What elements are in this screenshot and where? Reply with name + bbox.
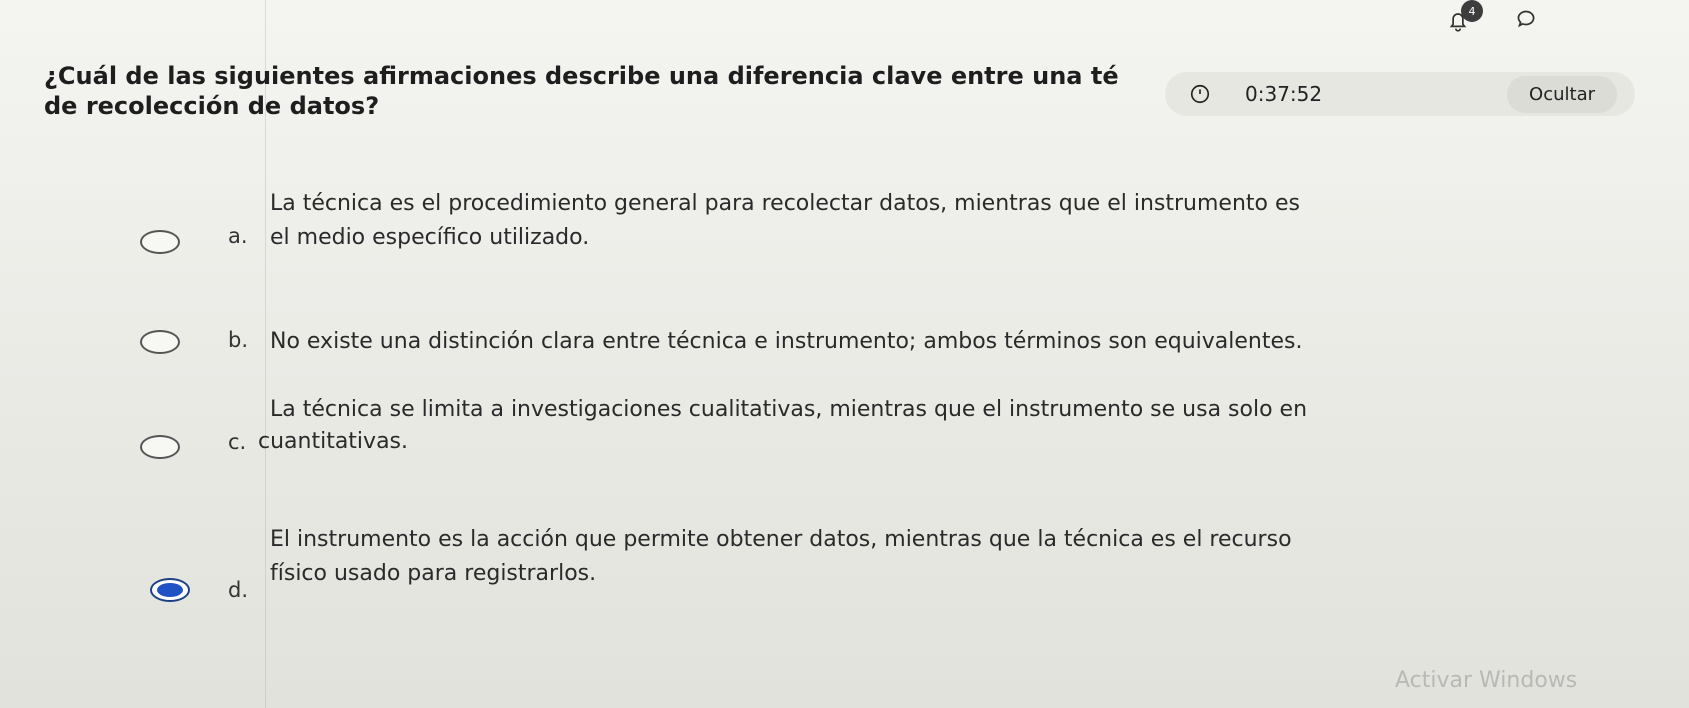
windows-activation-watermark: Activar Windows — [1395, 668, 1578, 693]
option-letter: b. — [228, 328, 249, 352]
notifications-button[interactable]: 4 — [1445, 0, 1483, 34]
clock-icon — [1190, 84, 1210, 104]
chat-icon — [1517, 10, 1535, 28]
top-icons: 4 — [1445, 0, 1539, 36]
notification-badge: 4 — [1461, 0, 1483, 22]
radio-option-a[interactable] — [140, 230, 180, 254]
radio-option-b[interactable] — [140, 330, 180, 354]
option-text-line2: cuantitativas. — [258, 429, 409, 454]
question-text-continued: de recolección de datos? — [44, 92, 380, 120]
option-letter: d. — [228, 578, 249, 602]
radio-option-d[interactable] — [150, 578, 190, 602]
option-text-line1: La técnica es el procedimiento general p… — [270, 191, 1300, 216]
option-letter: c. — [228, 430, 247, 454]
option-text-line2: el medio específico utilizado. — [270, 225, 590, 250]
option-letter: a. — [228, 224, 248, 248]
option-text-line2: físico usado para registrarlos. — [270, 561, 597, 586]
question-text: ¿Cuál de las siguientes afirmaciones des… — [44, 62, 1119, 90]
timer-value: 0:37:52 — [1245, 82, 1323, 106]
option-text-line1: La técnica se limita a investigaciones c… — [270, 397, 1308, 422]
messages-button[interactable] — [1513, 6, 1539, 36]
timer-panel: 0:37:52 Ocultar — [1165, 72, 1635, 116]
hide-timer-button[interactable]: Ocultar — [1507, 75, 1617, 113]
option-text-line1: No existe una distinción clara entre téc… — [270, 329, 1303, 354]
radio-option-c[interactable] — [140, 435, 180, 459]
option-text-line1: El instrumento es la acción que permite … — [270, 527, 1292, 552]
